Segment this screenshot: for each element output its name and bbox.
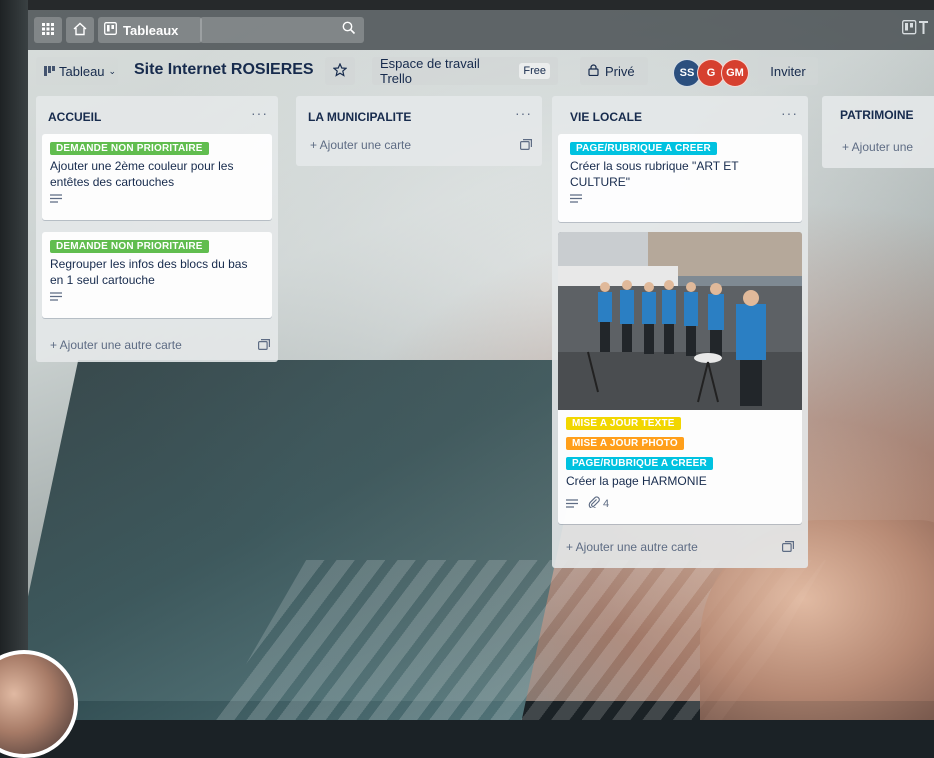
list-la-municipalite: LA MUNICIPALITE ··· + Ajouter une carte <box>296 96 542 166</box>
card-title: Créer la page HARMONIE <box>566 474 707 488</box>
chevron-down-icon: ⌄ <box>108 65 117 76</box>
add-card-button[interactable]: + Ajouter une <box>842 140 913 154</box>
list-vie-locale: VIE LOCALE ··· PAGE/RUBRIQUE A CREER Cré… <box>552 96 808 568</box>
star-button[interactable] <box>325 57 355 85</box>
monitor-top-edge <box>28 0 934 10</box>
privacy-label: Privé <box>605 63 635 79</box>
member-avatar[interactable]: GM <box>721 59 749 87</box>
label-mise-a-jour-texte: MISE A JOUR TEXTE <box>566 417 681 430</box>
label-page-rubrique-a-creer: PAGE/RUBRIQUE A CREER <box>566 457 713 470</box>
search-input[interactable] <box>200 17 364 43</box>
trello-logo-icon[interactable] <box>902 20 930 39</box>
add-card-button[interactable]: + Ajouter une autre carte <box>566 540 698 554</box>
boards-button[interactable]: Tableaux <box>98 17 202 43</box>
board-view-switcher[interactable]: Tableau ⌄ <box>36 57 118 85</box>
card-title: Ajouter une 2ème couleur pour les entête… <box>50 159 234 189</box>
apps-button[interactable] <box>34 17 62 43</box>
card[interactable]: DEMANDE NON PRIORITAIRE Ajouter une 2ème… <box>42 134 272 220</box>
card-cover-photo <box>558 232 802 410</box>
lock-icon <box>588 63 599 79</box>
attachment-count: 4 <box>603 498 610 510</box>
label-demande-non-prioritaire: DEMANDE NON PRIORITAIRE <box>50 142 209 155</box>
card[interactable]: DEMANDE NON PRIORITAIRE Regrouper les in… <box>42 232 272 318</box>
list-menu-icon[interactable]: ··· <box>515 105 532 121</box>
board-icon <box>104 22 117 38</box>
workspace-plan-badge: Free <box>519 63 550 79</box>
monitor-bezel <box>0 0 28 701</box>
list-title[interactable]: ACCUEIL <box>48 110 101 124</box>
workspace-button[interactable]: Espace de travail Trello Free <box>372 56 558 86</box>
boards-label: Tableaux <box>123 22 179 38</box>
card-badges: 4 <box>566 495 794 513</box>
search-icon <box>342 21 356 38</box>
label-page-rubrique-a-creer: PAGE/RUBRIQUE A CREER <box>570 142 717 155</box>
description-icon <box>570 194 790 206</box>
top-nav-bar: Tableaux <box>28 10 934 50</box>
invite-button[interactable]: Inviter <box>758 57 818 85</box>
apps-grid-icon <box>42 22 54 38</box>
card[interactable]: MISE A JOUR TEXTE MISE A JOUR PHOTO PAGE… <box>558 232 802 524</box>
privacy-button[interactable]: Privé <box>580 57 648 85</box>
invite-label: Inviter <box>770 63 806 79</box>
card[interactable]: PAGE/RUBRIQUE A CREER Créer la sous rubr… <box>558 134 802 222</box>
star-icon <box>332 62 348 80</box>
description-icon <box>50 194 264 206</box>
list-accueil: ACCUEIL ··· DEMANDE NON PRIORITAIRE Ajou… <box>36 96 278 362</box>
attachment-icon <box>588 495 600 513</box>
list-menu-icon[interactable]: ··· <box>251 105 268 121</box>
add-card-button[interactable]: + Ajouter une autre carte <box>50 338 182 352</box>
board-view-label: Tableau <box>59 63 105 79</box>
card-title: Créer la sous rubrique "ART ET CULTURE" <box>570 159 739 189</box>
workspace-label: Espace de travail Trello <box>380 56 480 86</box>
card-template-icon[interactable] <box>782 541 794 555</box>
board-view-icon <box>44 64 55 79</box>
list-title[interactable]: PATRIMOINE <box>840 108 914 122</box>
home-icon <box>73 22 87 39</box>
description-icon <box>50 292 264 304</box>
list-title[interactable]: VIE LOCALE <box>570 110 642 124</box>
label-mise-a-jour-photo: MISE A JOUR PHOTO <box>566 437 684 450</box>
card-template-icon[interactable] <box>258 339 270 353</box>
list-patrimoine: PATRIMOINE + Ajouter une <box>822 96 934 168</box>
description-icon <box>566 495 578 513</box>
label-demande-non-prioritaire: DEMANDE NON PRIORITAIRE <box>50 240 209 253</box>
list-title[interactable]: LA MUNICIPALITE <box>308 110 411 124</box>
card-title: Regrouper les infos des blocs du bas en … <box>50 257 248 287</box>
card-template-icon[interactable] <box>520 139 532 153</box>
board-title[interactable]: Site Internet ROSIERES <box>134 61 314 79</box>
add-card-button[interactable]: + Ajouter une carte <box>310 138 411 152</box>
home-button[interactable] <box>66 17 94 43</box>
list-menu-icon[interactable]: ··· <box>781 105 798 121</box>
